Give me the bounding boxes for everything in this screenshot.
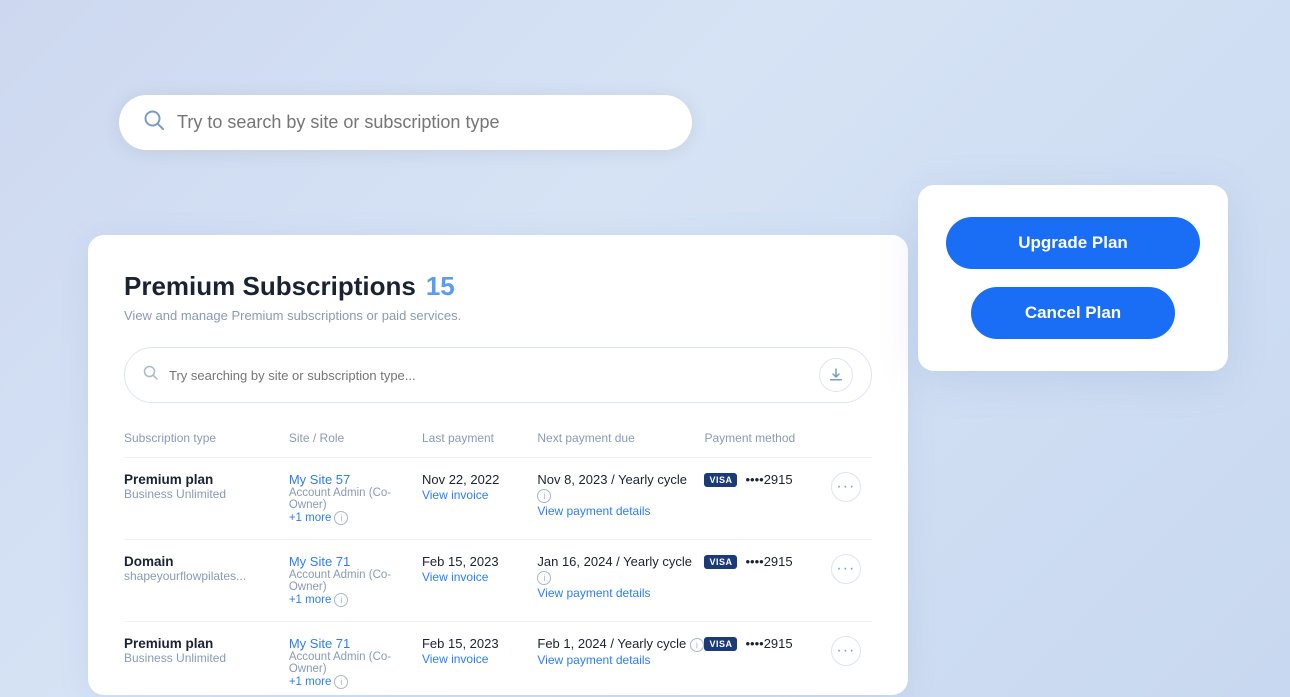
col-header-next: Next payment due	[537, 423, 704, 458]
last-payment-date: Feb 15, 2023	[422, 636, 537, 651]
payment-method-cell: VISA ••••2915	[704, 458, 830, 540]
row-action-button[interactable]: ···	[831, 472, 861, 502]
action-cell: ···	[831, 622, 872, 696]
col-header-last: Last payment	[422, 423, 537, 458]
more-link[interactable]: +1 more i	[289, 593, 422, 607]
next-payment-date: Feb 1, 2024 / Yearly cycle i	[537, 636, 704, 652]
upgrade-plan-button[interactable]: Upgrade Plan	[946, 217, 1200, 269]
sub-type-detail: shapeyourflowpilates...	[124, 569, 289, 583]
inner-search-icon	[143, 365, 159, 386]
view-payment-link[interactable]: View payment details	[537, 504, 650, 518]
visa-badge: VISA	[704, 637, 737, 651]
card-number: ••••2915	[745, 554, 792, 569]
card-subtitle: View and manage Premium subscriptions or…	[124, 308, 872, 323]
last-payment-cell: Nov 22, 2022 View invoice	[422, 458, 537, 540]
card-number: ••••2915	[745, 472, 792, 487]
next-payment-cell: Jan 16, 2024 / Yearly cycle i View payme…	[537, 540, 704, 622]
search-icon	[143, 109, 165, 136]
visa-badge: VISA	[704, 473, 737, 487]
site-role: Account Admin (Co-Owner)	[289, 487, 422, 511]
action-cell: ···	[831, 540, 872, 622]
view-payment-link[interactable]: View payment details	[537, 586, 650, 600]
last-payment-cell: Feb 15, 2023 View invoice	[422, 540, 537, 622]
next-payment-date: Nov 8, 2023 / Yearly cycle i	[537, 472, 704, 503]
next-payment-info-icon[interactable]: i	[690, 638, 704, 652]
cancel-plan-button[interactable]: Cancel Plan	[971, 287, 1174, 339]
site-link[interactable]: My Site 57	[289, 472, 350, 487]
sub-type-name: Domain	[124, 554, 289, 569]
subscription-type-cell: Domain shapeyourflowpilates...	[124, 540, 289, 622]
subscription-count: 15	[426, 271, 455, 302]
main-card: Premium Subscriptions 15 View and manage…	[88, 235, 908, 695]
table-row: Premium plan Business Unlimited My Site …	[124, 622, 872, 696]
inner-search-input[interactable]	[169, 368, 809, 383]
col-header-sub: Subscription type	[124, 423, 289, 458]
table-row: Domain shapeyourflowpilates... My Site 7…	[124, 540, 872, 622]
card-header: Premium Subscriptions 15 View and manage…	[124, 271, 872, 323]
visa-badge: VISA	[704, 555, 737, 569]
site-role-cell: My Site 57 Account Admin (Co-Owner) +1 m…	[289, 458, 422, 540]
search-input[interactable]	[177, 112, 668, 133]
col-header-method: Payment method	[704, 423, 830, 458]
subscription-type-cell: Premium plan Business Unlimited	[124, 458, 289, 540]
view-invoice-link[interactable]: View invoice	[422, 570, 488, 584]
sub-type-detail: Business Unlimited	[124, 487, 289, 501]
next-payment-info-icon[interactable]: i	[537, 571, 551, 585]
info-icon[interactable]: i	[334, 675, 348, 689]
row-action-button[interactable]: ···	[831, 636, 861, 666]
col-header-action	[831, 423, 872, 458]
action-cell: ···	[831, 458, 872, 540]
search-bar-container	[119, 95, 692, 150]
site-role-cell: My Site 71 Account Admin (Co-Owner) +1 m…	[289, 622, 422, 696]
col-header-site: Site / Role	[289, 423, 422, 458]
card-title-text: Premium Subscriptions	[124, 271, 416, 302]
site-link[interactable]: My Site 71	[289, 636, 350, 651]
subscriptions-table: Subscription type Site / Role Last payme…	[124, 423, 872, 695]
card-number: ••••2915	[745, 636, 792, 651]
subscription-type-cell: Premium plan Business Unlimited	[124, 622, 289, 696]
payment-method-cell: VISA ••••2915	[704, 622, 830, 696]
site-role: Account Admin (Co-Owner)	[289, 651, 422, 675]
info-icon[interactable]: i	[334, 593, 348, 607]
last-payment-date: Nov 22, 2022	[422, 472, 537, 487]
last-payment-date: Feb 15, 2023	[422, 554, 537, 569]
next-payment-info-icon[interactable]: i	[537, 489, 551, 503]
inner-search-row	[124, 347, 872, 403]
table-row: Premium plan Business Unlimited My Site …	[124, 458, 872, 540]
site-role: Account Admin (Co-Owner)	[289, 569, 422, 593]
row-action-button[interactable]: ···	[831, 554, 861, 584]
site-role-cell: My Site 71 Account Admin (Co-Owner) +1 m…	[289, 540, 422, 622]
sub-type-name: Premium plan	[124, 636, 289, 651]
action-panel: Upgrade Plan Cancel Plan	[918, 185, 1228, 371]
site-link[interactable]: My Site 71	[289, 554, 350, 569]
search-bar	[119, 95, 692, 150]
download-button[interactable]	[819, 358, 853, 392]
view-invoice-link[interactable]: View invoice	[422, 652, 488, 666]
payment-method-cell: VISA ••••2915	[704, 540, 830, 622]
card-title: Premium Subscriptions 15	[124, 271, 872, 302]
last-payment-cell: Feb 15, 2023 View invoice	[422, 622, 537, 696]
info-icon[interactable]: i	[334, 511, 348, 525]
view-payment-link[interactable]: View payment details	[537, 653, 650, 667]
next-payment-cell: Nov 8, 2023 / Yearly cycle i View paymen…	[537, 458, 704, 540]
more-link[interactable]: +1 more i	[289, 511, 422, 525]
sub-type-name: Premium plan	[124, 472, 289, 487]
more-link[interactable]: +1 more i	[289, 675, 422, 689]
next-payment-date: Jan 16, 2024 / Yearly cycle i	[537, 554, 704, 585]
next-payment-cell: Feb 1, 2024 / Yearly cycle i View paymen…	[537, 622, 704, 696]
sub-type-detail: Business Unlimited	[124, 651, 289, 665]
view-invoice-link[interactable]: View invoice	[422, 488, 488, 502]
